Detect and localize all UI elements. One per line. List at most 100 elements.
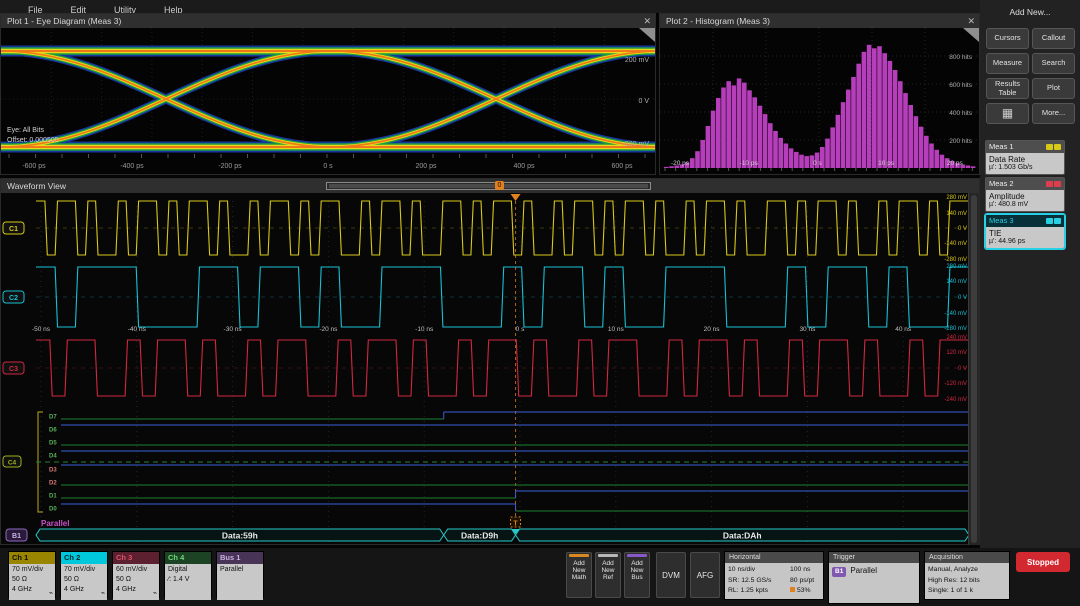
stopped-button[interactable]: Stopped bbox=[1016, 552, 1070, 572]
channel-setting-line: 60 mV/div bbox=[116, 565, 159, 575]
channel-badge-label: C3 bbox=[9, 366, 18, 373]
afg-button[interactable]: AFG bbox=[690, 552, 720, 598]
acquisition-line: High Res: 12 bits bbox=[928, 576, 1006, 587]
scale-label: -280 mV bbox=[944, 257, 967, 263]
channel-badge-body: 70 mV/div50 Ω4 GHz⌁ bbox=[61, 564, 107, 600]
plot1-resize-corner-icon[interactable] bbox=[639, 28, 655, 42]
channel-setup-badge-ch1[interactable]: Ch 170 mV/div50 Ω4 GHz⌁ bbox=[8, 551, 56, 598]
histogram-bar bbox=[695, 151, 700, 168]
bus-name-label: Parallel bbox=[41, 519, 69, 528]
trigger-panel[interactable]: TriggerB1Parallel bbox=[828, 551, 920, 604]
histogram-bar bbox=[898, 81, 903, 168]
histogram-bar bbox=[706, 126, 711, 168]
histogram-bar bbox=[971, 166, 976, 168]
scale-label: -240 mV bbox=[944, 397, 967, 403]
histogram-chart: 800 hits600 hits400 hits200 hits-20 ps-1… bbox=[660, 28, 979, 174]
eye-diagram-plot-area[interactable]: -600 ps-400 ps-200 ps0 s200 ps400 ps600 … bbox=[1, 28, 655, 174]
scrollbar-thumb[interactable] bbox=[329, 184, 648, 188]
histogram-bar bbox=[690, 158, 695, 168]
eye-rail-layer bbox=[1, 51, 655, 147]
eye-rail-layer bbox=[1, 51, 655, 147]
plot1-close-icon[interactable]: ✕ bbox=[643, 14, 651, 28]
zero-position-pin[interactable]: 0 bbox=[495, 181, 504, 190]
scale-label: 280 mV bbox=[946, 264, 967, 270]
plot2-histogram-window[interactable]: Plot 2 - Histogram (Meas 3) ✕ 800 hits60… bbox=[659, 13, 980, 175]
add-new-cursors-button[interactable]: Cursors bbox=[986, 28, 1029, 49]
channel-setup-badge-ch4[interactable]: Ch 4Digital∕: 1.4 V bbox=[164, 551, 212, 598]
eye-x-label: 0 s bbox=[323, 163, 333, 170]
results-grid-icon-button[interactable]: ▦ bbox=[986, 103, 1029, 124]
meas-badge-1[interactable]: Meas 1Data Rateµ': 1.503 Gb/s bbox=[985, 140, 1065, 175]
meas-body: Data Rateµ': 1.503 Gb/s bbox=[986, 153, 1064, 174]
meas-body: TIEµ': 44.96 ps bbox=[986, 227, 1064, 248]
digital-channel-label: D2 bbox=[49, 481, 57, 487]
eye-y-label: 200 mV bbox=[625, 57, 649, 64]
scale-label: 140 mV bbox=[946, 211, 967, 217]
eye-x-label: 600 ps bbox=[611, 163, 633, 170]
waveform-view-window[interactable]: Waveform View 0 280 mV140 mV0 V-140 mV-2… bbox=[0, 178, 980, 545]
meas-value-label: µ': 44.96 ps bbox=[989, 238, 1061, 245]
horizontal-row: RL: 1.25 kpts53% bbox=[728, 586, 820, 597]
histogram-bar bbox=[893, 70, 898, 168]
trigger-panel-body: B1Parallel bbox=[829, 563, 919, 603]
channel-setup-badge-ch3[interactable]: Ch 360 mV/div50 Ω4 GHz⌁ bbox=[112, 551, 160, 598]
meas-name-label: Data Rate bbox=[989, 155, 1061, 164]
meas-color-square bbox=[1054, 181, 1061, 187]
meas-badge-3[interactable]: Meas 3TIEµ': 44.96 ps bbox=[985, 214, 1065, 249]
vertical-scrollbar[interactable] bbox=[968, 193, 979, 545]
channel-setup-badge-bus1[interactable]: Bus 1Parallel bbox=[216, 551, 264, 598]
scale-label: -120 mV bbox=[944, 381, 967, 387]
results-grid-icon: ▦ bbox=[1002, 107, 1013, 120]
more-button[interactable]: More... bbox=[1032, 103, 1075, 124]
hist-x-label: 10 ps bbox=[878, 160, 895, 167]
hist-x-label: 20 ps bbox=[947, 160, 964, 167]
oscilloscope-app: FileEditUtilityHelp Plot 1 - Eye Diagram… bbox=[0, 0, 1080, 606]
hist-x-label: 0 s bbox=[813, 160, 822, 167]
meas-badge-2[interactable]: Meas 2Amplitudeµ': 480.8 mV bbox=[985, 177, 1065, 212]
waveform-plot[interactable]: 280 mV140 mV0 V-140 mV-280 mVC1280 mV140… bbox=[1, 193, 969, 545]
dvm-button[interactable]: DVM bbox=[656, 552, 686, 598]
bus-value-label: Data:D9h bbox=[461, 531, 498, 541]
plot2-title-bar[interactable]: Plot 2 - Histogram (Meas 3) ✕ bbox=[660, 14, 979, 29]
eye-trace-layer bbox=[1, 51, 655, 147]
add-new-callout-button[interactable]: Callout bbox=[1032, 28, 1075, 49]
horizontal-panel[interactable]: Horizontal10 ns/div100 nsSR: 12.5 GS/s80… bbox=[724, 551, 824, 600]
plot2-resize-corner-icon[interactable] bbox=[963, 28, 979, 42]
add-new-measure-button[interactable]: Measure bbox=[986, 53, 1029, 74]
add-new-results-table-button[interactable]: Results Table bbox=[986, 78, 1029, 99]
horizontal-row: SR: 12.5 GS/s80 ps/pt bbox=[728, 576, 820, 587]
scale-label: 120 mV bbox=[946, 350, 967, 356]
plot1-title-bar[interactable]: Plot 1 - Eye Diagram (Meas 3) ✕ bbox=[1, 14, 655, 29]
channel-badge-body: 60 mV/div50 Ω4 GHz⌁ bbox=[113, 564, 159, 600]
histogram-bar bbox=[903, 93, 908, 168]
histogram-bar bbox=[799, 155, 804, 168]
time-axis-label: 20 ns bbox=[704, 326, 721, 333]
trigger-position-icon bbox=[511, 194, 521, 201]
channel-setup-badge-ch2[interactable]: Ch 270 mV/div50 Ω4 GHz⌁ bbox=[60, 551, 108, 598]
plot1-eye-diagram-window[interactable]: Plot 1 - Eye Diagram (Meas 3) ✕ -600 ps-… bbox=[0, 13, 656, 175]
eye-rail-layer bbox=[1, 51, 655, 147]
add-new-ref-button[interactable]: AddNewRef bbox=[595, 552, 621, 598]
meas-color-square bbox=[1046, 181, 1053, 187]
right-sidebar: Add New... CursorsCalloutMeasureSearchRe… bbox=[980, 0, 1080, 548]
histogram-plot-area[interactable]: 800 hits600 hits400 hits200 hits-20 ps-1… bbox=[660, 28, 979, 174]
horizontal-pan-scrollbar[interactable]: 0 bbox=[326, 182, 651, 190]
histogram-bar bbox=[888, 61, 893, 168]
add-new-bus-button[interactable]: AddNewBus bbox=[624, 552, 650, 598]
channel-badge-body: Parallel bbox=[217, 564, 263, 600]
plot2-close-icon[interactable]: ✕ bbox=[967, 14, 975, 28]
accent-stripe bbox=[569, 554, 589, 557]
histogram-bar bbox=[784, 144, 789, 169]
meas-color-square bbox=[1046, 218, 1053, 224]
add-new-math-button[interactable]: AddNewMath bbox=[566, 552, 592, 598]
acquisition-panel[interactable]: AcquisitionManual, AnalyzeHigh Res: 12 b… bbox=[924, 551, 1010, 600]
eye-x-label: 200 ps bbox=[415, 163, 437, 170]
add-new-search-button[interactable]: Search bbox=[1032, 53, 1075, 74]
histogram-bar bbox=[867, 45, 872, 168]
channel-badge-label: C4 bbox=[8, 460, 17, 467]
histogram-bar bbox=[804, 156, 809, 168]
vertical-scrollbar-thumb[interactable] bbox=[971, 195, 977, 543]
trigger-source-badge: B1 bbox=[832, 567, 846, 577]
add-new-plot-button[interactable]: Plot bbox=[1032, 78, 1075, 99]
meas-name-label: Amplitude bbox=[989, 192, 1061, 201]
